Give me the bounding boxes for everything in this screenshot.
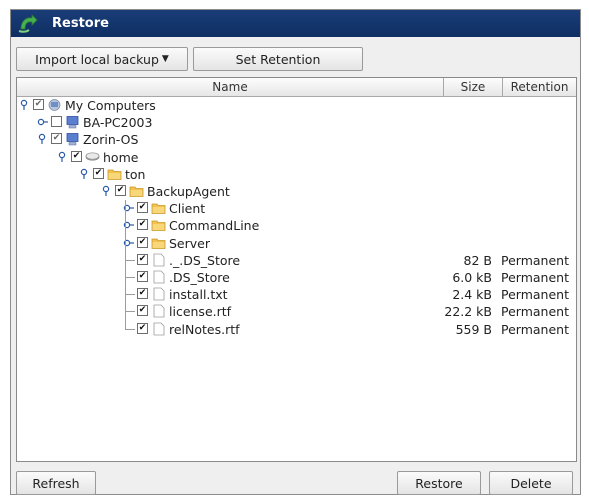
table-header: Name Size Retention [17,78,576,97]
file-icon [151,287,166,301]
file-icon [151,270,166,284]
computer-icon [65,115,80,129]
row-label: CommandLine [169,218,260,234]
tree-connector-line [125,294,135,296]
row-retention: Permanent [501,270,569,285]
tree-guide-line [125,200,126,329]
tree-row[interactable]: ✔ home [17,149,576,166]
row-checkbox[interactable]: ✔ [137,253,148,265]
file-icon [151,322,166,336]
row-checkbox[interactable]: ✔ [115,185,126,196]
row-checkbox[interactable]: ✔ [33,99,44,110]
row-label: home [103,149,139,165]
tree-connector-line [125,311,135,313]
window-title: Restore [52,16,109,31]
row-size: 2.4 kB [452,287,492,303]
row-checkbox[interactable]: ✔ [137,219,148,231]
row-label: Client [169,201,206,217]
row-checkbox[interactable] [51,116,62,128]
row-label: Zorin-OS [83,132,139,148]
row-label: Server [169,235,210,251]
tree-row[interactable]: ✔ Client [17,200,576,217]
row-retention: Permanent [501,252,569,268]
tree-row[interactable]: ✔ ._.DS_Store 82 B Permanent [17,252,576,269]
row-retention: Permanent [501,321,569,337]
folder-icon [151,218,166,232]
column-header-name[interactable]: Name [17,78,444,96]
tree-row[interactable]: ✔ relNotes.rtf 559 B Permanent [17,321,576,338]
row-label: ._.DS_Store [169,252,241,268]
tree-row[interactable]: ✔ install.txt 2.4 kB Permanent [17,286,576,303]
folder-icon [151,201,166,215]
folder-icon [151,236,166,250]
tree-row[interactable]: ✔ ton [17,166,576,183]
tree-row[interactable]: BA-PC2003 [17,114,576,131]
tree-connector-line [125,259,135,261]
folder-icon [107,167,122,181]
row-checkbox[interactable]: ✔ [71,150,82,162]
title-bar: Restore [11,10,580,37]
tree-row[interactable]: ✔ Server [17,235,576,252]
folder-icon [129,184,144,198]
tree-row[interactable]: ✔ .DS_Store 6.0 kB Permanent [17,269,576,286]
row-retention: Permanent [501,287,569,303]
row-retention: Permanent [501,304,569,320]
tree-row[interactable]: ✔ Zorin-OS [17,131,576,148]
row-size: 6.0 kB [452,270,492,285]
row-label: My Computers [65,98,156,113]
collapse-toggle-icon[interactable] [101,185,113,197]
row-checkbox[interactable]: ✔ [137,288,148,300]
computers-icon [47,98,62,112]
expand-toggle-icon[interactable] [37,116,49,128]
row-size: 22.2 kB [444,304,492,320]
restore-button[interactable]: Restore [397,471,481,495]
tree-connector-line [125,328,135,330]
row-label: ton [125,166,146,182]
row-label: license.rtf [169,304,232,320]
column-header-size[interactable]: Size [444,78,503,96]
row-checkbox[interactable]: ✔ [137,236,148,248]
tree-row[interactable]: ✔ CommandLine [17,217,576,234]
import-label: Import local backup [35,51,159,67]
collapse-toggle-icon[interactable] [37,133,49,145]
tree-row[interactable]: ✔ My Computers [17,97,576,114]
row-checkbox[interactable]: ✔ [137,202,148,214]
computer-icon [65,132,80,146]
row-checkbox[interactable]: ✔ [93,167,104,179]
row-checkbox[interactable]: ✔ [51,133,62,145]
delete-button[interactable]: Delete [489,471,573,495]
collapse-toggle-icon[interactable] [19,99,31,111]
import-local-backup-button[interactable]: Import local backup ▼ [16,47,188,71]
row-checkbox[interactable]: ✔ [137,322,148,334]
row-label: BackupAgent [147,184,230,199]
row-size: 82 B [463,252,492,268]
row-size: 559 B [455,321,492,337]
tree-row[interactable]: ✔ BackupAgent [17,183,576,200]
backup-tree-table: Name Size Retention ✔ My Computers BA-PC20… [16,77,577,462]
row-label: BA-PC2003 [83,115,153,131]
set-retention-button[interactable]: Set Retention [193,47,363,71]
refresh-button[interactable]: Refresh [16,471,96,495]
restore-window: Restore Import local backup ▼ Set Retent… [10,9,581,495]
tree-row[interactable]: ✔ license.rtf 22.2 kB Permanent [17,303,576,320]
row-label: install.txt [169,287,228,303]
row-checkbox[interactable]: ✔ [137,271,148,282]
restore-app-icon [18,14,38,33]
file-icon [151,253,166,267]
dropdown-caret-icon: ▼ [161,54,169,64]
collapse-toggle-icon[interactable] [79,168,91,180]
drive-icon [85,150,100,164]
file-icon [151,304,166,318]
row-label: .DS_Store [169,270,230,285]
collapse-toggle-icon[interactable] [57,151,69,163]
row-checkbox[interactable]: ✔ [137,305,148,317]
column-header-retention[interactable]: Retention [503,78,576,96]
tree-connector-line [125,277,135,278]
row-label: relNotes.rtf [169,321,240,337]
